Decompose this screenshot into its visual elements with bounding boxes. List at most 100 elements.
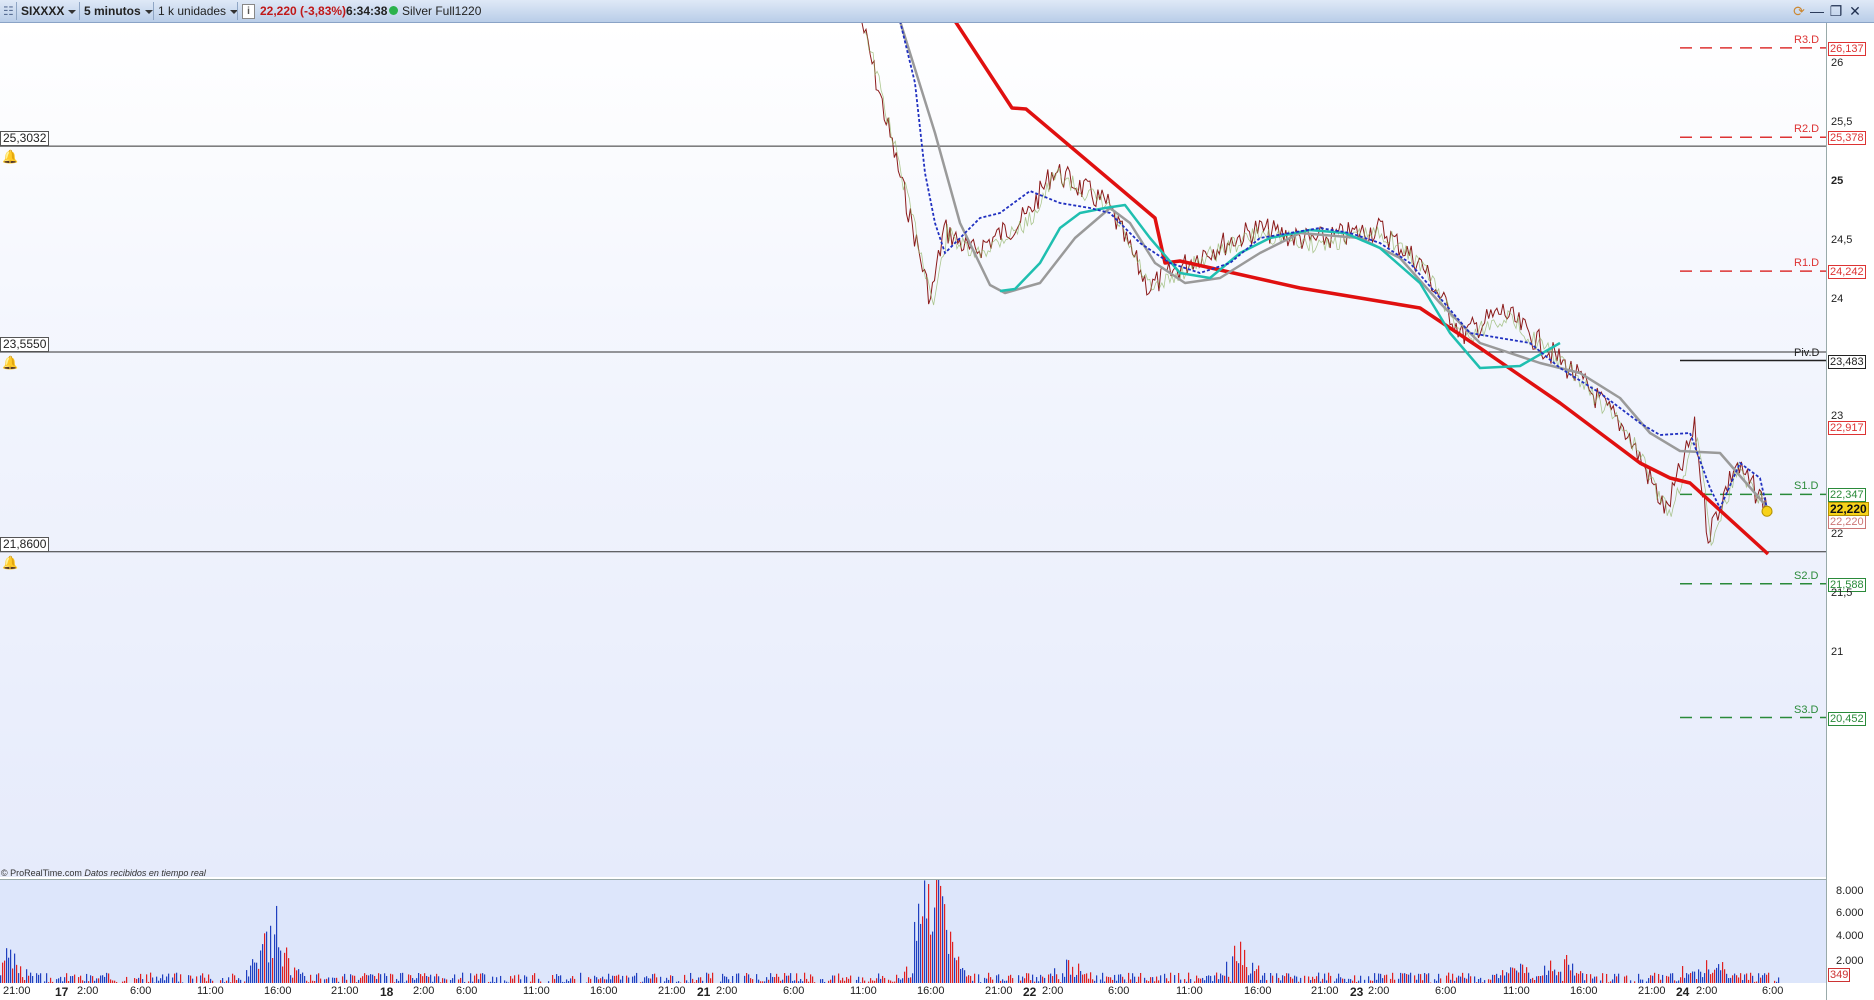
volume-bar <box>296 970 298 984</box>
bell-icon[interactable]: 🔔 <box>2 555 18 571</box>
volume-bar <box>906 966 908 984</box>
volume-bar <box>940 885 942 984</box>
pivot-value-label: 26,137 <box>1828 41 1866 56</box>
volume-bar <box>1242 965 1244 984</box>
volume-bar <box>1714 969 1716 984</box>
refresh-icon[interactable]: ⟳ <box>1790 1 1808 21</box>
pivot-name-label: S2.D <box>1794 569 1819 582</box>
price-axis-tick: 26 <box>1831 57 1844 69</box>
volume-bar <box>1512 967 1514 984</box>
restore-icon[interactable]: ❐ <box>1827 1 1845 21</box>
volume-bar <box>1066 959 1068 984</box>
volume-bar <box>274 934 276 984</box>
volume-bar <box>298 969 300 984</box>
volume-last-value-label: 349 <box>1828 968 1851 982</box>
info-icon[interactable]: i <box>242 4 255 19</box>
volume-bar <box>1682 966 1684 984</box>
moving-average-grey-line <box>899 23 1769 509</box>
price-axis-tick: 21 <box>1831 646 1844 658</box>
volume-bar <box>1550 960 1552 984</box>
volume-bar <box>954 957 956 984</box>
volume-bar <box>1564 959 1566 984</box>
price-chart-area[interactable] <box>0 23 1827 877</box>
volume-bar <box>916 940 918 984</box>
alert-price-label[interactable]: 21,8600 <box>0 536 50 552</box>
time-axis-tick: 17 <box>55 985 69 999</box>
pivot-value-label: 20,452 <box>1828 711 1866 726</box>
volume-bar <box>1724 969 1726 984</box>
volume-bar <box>280 950 282 984</box>
pivot-name-label: Piv.D <box>1794 346 1820 359</box>
time-axis-tick: 11:00 <box>197 985 224 997</box>
volume-bar <box>268 962 270 984</box>
volume-bar <box>1232 956 1234 984</box>
alert-price-label[interactable]: 23,5550 <box>0 337 50 353</box>
time-axis-tick: 2:00 <box>413 985 435 997</box>
volume-bar <box>1078 963 1080 984</box>
bell-icon[interactable]: 🔔 <box>2 355 18 371</box>
pivot-name-label: R1.D <box>1794 257 1820 270</box>
volume-bar <box>946 929 948 984</box>
volume-panel[interactable] <box>0 867 1826 984</box>
copyright-note: Datos recibidos en tiempo real <box>84 868 206 878</box>
alert-price-label[interactable]: 25,3032 <box>0 131 50 147</box>
volume-bar <box>272 957 274 984</box>
volume-bar <box>12 968 14 984</box>
units-selector[interactable]: 1 k unidades <box>158 0 239 22</box>
price-alert-bell-icon <box>1761 505 1773 517</box>
volume-bar <box>958 956 960 984</box>
volume-bar <box>1568 964 1570 984</box>
time-axis-tick: 11:00 <box>1503 985 1530 997</box>
volume-bar <box>8 957 10 984</box>
price-line-secondary <box>864 30 1773 547</box>
volume-bar <box>276 905 278 984</box>
time-axis-tick: 6:00 <box>1435 985 1457 997</box>
close-icon[interactable]: ✕ <box>1846 1 1864 21</box>
time-axis-tick: 16:00 <box>264 985 292 997</box>
bell-icon[interactable]: 🔔 <box>2 149 18 165</box>
volume-bar <box>1054 968 1056 984</box>
volume-bar <box>1258 965 1260 984</box>
volume-bar <box>924 880 926 984</box>
volume-bar <box>1256 969 1258 984</box>
volume-chart <box>0 867 1780 984</box>
app-menu-icon[interactable]: ☷ <box>3 0 14 22</box>
volume-bar <box>928 884 930 984</box>
current-price-label: 22,220 <box>1828 502 1869 517</box>
volume-bar <box>1236 961 1238 984</box>
time-axis-tick: 6:00 <box>783 985 805 997</box>
pivot-name-label: S1.D <box>1794 480 1819 493</box>
volume-bar <box>1068 960 1070 984</box>
volume-bar <box>1706 960 1708 984</box>
copyright-brand: © ProRealTime.com <box>1 868 82 878</box>
volume-bar <box>294 967 296 984</box>
volume-bar <box>1722 962 1724 984</box>
units-label: 1 k unidades <box>158 4 227 18</box>
symbol-selector[interactable]: SIXXXX <box>21 0 77 22</box>
volume-bar <box>260 950 262 984</box>
time-axis-tick: 21:00 <box>1638 985 1666 997</box>
volume-bar <box>964 970 966 984</box>
secondary-price-label: 22,220 <box>1828 515 1866 530</box>
volume-bar <box>952 941 954 984</box>
time-axis[interactable]: 21:00 17 2:00 6:00 11:00 16:00 21:00 18 2:00 6:00… <box>0 983 1826 1000</box>
time-axis-tick: 6:00 <box>1108 985 1130 997</box>
account-label: Silver Full1220 <box>402 4 482 18</box>
volume-bar <box>1708 969 1710 984</box>
interval-selector[interactable]: 5 minutos <box>84 0 153 22</box>
time-axis-tick: 2:00 <box>1696 985 1718 997</box>
status-dot-icon <box>389 6 398 15</box>
price-axis-tick: 24,5 <box>1831 233 1853 246</box>
pivot-name-label: S3.D <box>1794 703 1819 716</box>
time-axis-tick: 21:00 <box>3 985 31 997</box>
volume-bar <box>934 907 936 984</box>
volume-bar <box>2 962 4 984</box>
volume-bar <box>942 896 944 984</box>
volume-bar <box>250 965 252 984</box>
toolbar-divider <box>153 2 154 20</box>
volume-bar <box>258 968 260 984</box>
time-axis-tick: 6:00 <box>1762 985 1784 997</box>
clock-time: 6:34:38 <box>346 4 388 18</box>
time-axis-tick: 22 <box>1023 985 1037 999</box>
minimize-icon[interactable]: — <box>1808 1 1826 21</box>
